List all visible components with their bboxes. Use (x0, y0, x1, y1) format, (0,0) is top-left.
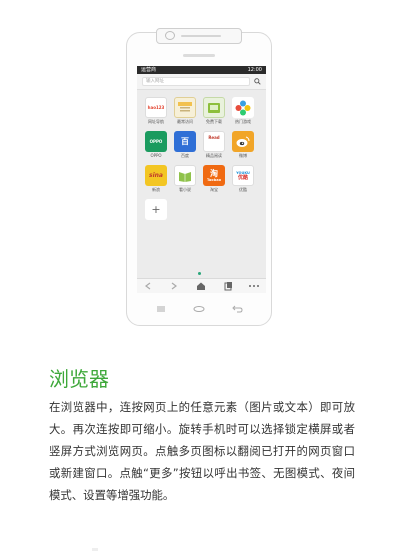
oppo-icon: OPPO (145, 131, 167, 152)
youku-logo-char: 优酷 (237, 174, 248, 181)
taobao-icon: 淘 Taobao (203, 165, 225, 186)
browser-toolbar (137, 278, 266, 293)
tabs-icon[interactable] (221, 281, 235, 291)
home-key-icon[interactable] (192, 304, 206, 314)
forward-icon[interactable] (167, 281, 181, 291)
sina-icon: sina (145, 165, 167, 186)
url-input[interactable]: 输入网址 (142, 77, 250, 86)
tile-sina[interactable]: sina 新浪 (145, 165, 167, 192)
hao123-nav-icon: hao123 (145, 97, 167, 118)
divider (92, 548, 98, 551)
search-icon[interactable] (254, 78, 261, 85)
tile-label: 微博 (239, 153, 247, 158)
tile-label: 热门游戏 (235, 119, 251, 124)
back-key-icon[interactable] (230, 304, 244, 314)
phone-screen: 运营商 12:00 输入网址 hao123 网址导航 最常访问 免费下载 热门游… (137, 66, 266, 293)
tile-label: 优酷 (239, 187, 247, 192)
tile-oppo[interactable]: OPPO OPPO (145, 131, 167, 158)
rotating-camera-icon (156, 28, 242, 44)
add-bookmark-button[interactable]: + (145, 199, 167, 220)
free-download-icon (203, 97, 225, 118)
tile-reading[interactable]: Read 精品阅读 (203, 131, 225, 158)
frequent-visit-icon (174, 97, 196, 118)
more-icon[interactable] (247, 281, 261, 291)
youku-icon: YOUKU 优酷 (232, 165, 254, 186)
page-indicator (198, 272, 201, 275)
status-bar: 运营商 12:00 (137, 66, 266, 74)
tile-download[interactable]: 免费下载 (203, 97, 225, 124)
back-icon[interactable] (141, 281, 155, 291)
hot-games-icon (232, 97, 254, 118)
tile-frequent[interactable]: 最常访问 (174, 97, 196, 124)
tile-hao123[interactable]: hao123 网址导航 (145, 97, 167, 124)
home-icon[interactable] (194, 281, 208, 291)
tile-games[interactable]: 热门游戏 (232, 97, 254, 124)
tile-novel[interactable]: 看小说 (174, 165, 196, 192)
reading-icon: Read (203, 131, 225, 152)
weibo-icon (232, 131, 254, 152)
clock: 12:00 (247, 67, 262, 73)
tile-baidu[interactable]: 百 百度 (174, 131, 196, 158)
section-description: 在浏览器中，连按网页上的任意元素（图片或文本）即可放大。再次连按即可缩小。旋转手… (49, 400, 355, 502)
earpiece (183, 54, 215, 57)
section-title: 浏览器 (49, 367, 109, 391)
tile-weibo[interactable]: 微博 (232, 131, 254, 158)
carrier-label: 运营商 (141, 67, 157, 73)
tile-youku[interactable]: YOUKU 优酷 优酷 (232, 165, 254, 192)
baidu-icon: 百 (174, 131, 196, 152)
novel-icon (174, 165, 196, 186)
taobao-logo-char: 淘 (210, 169, 218, 178)
url-bar: 输入网址 (137, 74, 266, 90)
tile-taobao[interactable]: 淘 Taobao 淘宝 (203, 165, 225, 192)
taobao-logo-text: Taobao (207, 178, 221, 182)
menu-key-icon[interactable] (154, 304, 168, 314)
